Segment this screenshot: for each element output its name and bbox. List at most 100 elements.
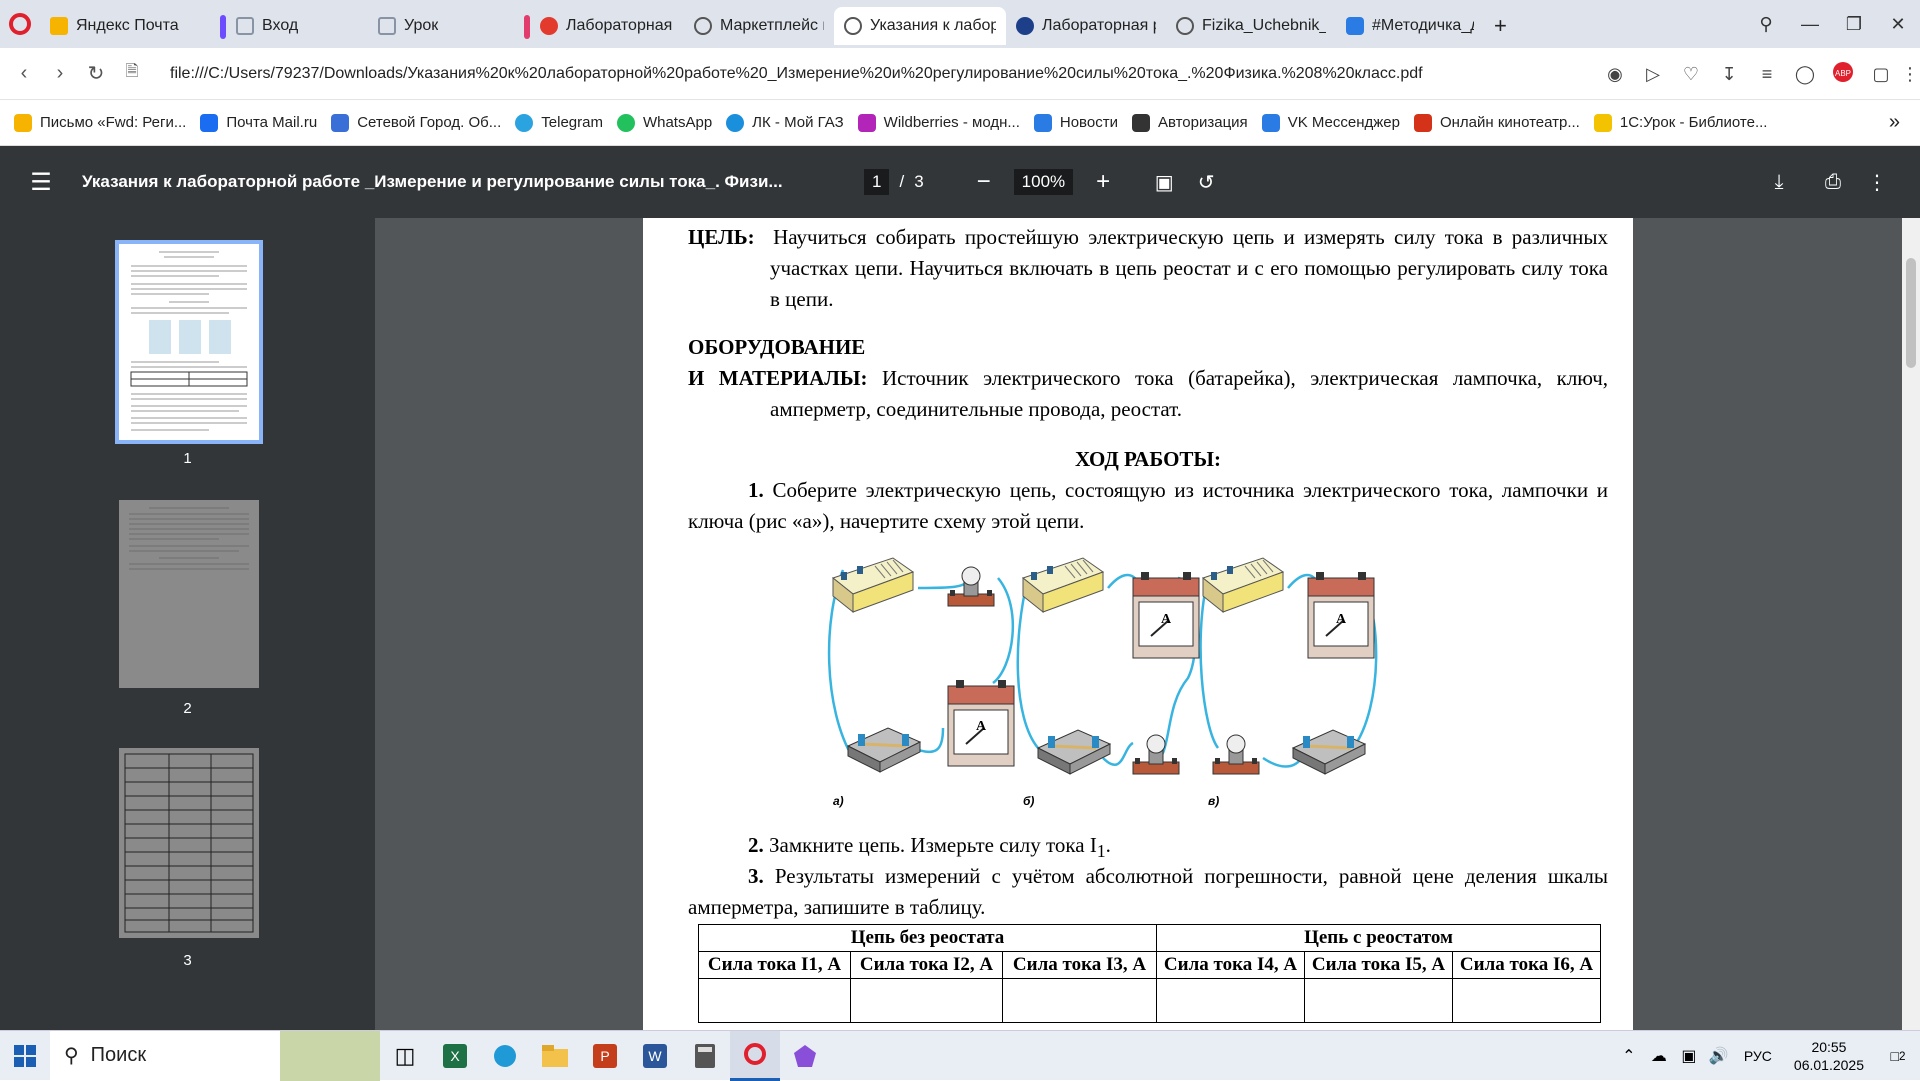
- adblock-icon[interactable]: ABP: [1824, 61, 1862, 88]
- system-tray: ⌃ ☁ ▣ 🔊 РУС 20:55 06.01.2025 □ 2: [1614, 1031, 1920, 1081]
- lamp-icon: [1132, 734, 1180, 775]
- thumbnail-number: 2: [183, 700, 192, 717]
- download-icon[interactable]: ⤓: [1758, 171, 1800, 194]
- bookmark-item[interactable]: VK Мессенджер: [1261, 113, 1400, 132]
- step-1: 1. Соберите электрическую цепь, состоящу…: [688, 478, 1609, 533]
- school-icon: [331, 113, 350, 132]
- lamp-icon: [1212, 734, 1260, 775]
- tab-lesson[interactable]: Урок: [368, 7, 516, 45]
- svg-text:X: X: [450, 1048, 460, 1064]
- bookmarks-more-icon[interactable]: »: [1889, 111, 1900, 134]
- minimize-icon[interactable]: —: [1788, 14, 1832, 35]
- cloud-icon[interactable]: ☁: [1644, 1031, 1674, 1081]
- bookmark-item[interactable]: Wildberries - модн...: [857, 113, 1020, 132]
- bookmark-item[interactable]: 1С:Урок - Библиоте...: [1593, 113, 1767, 132]
- table-col-header: Сила тока I4, А: [1156, 951, 1305, 979]
- page-number-input[interactable]: 1: [864, 169, 890, 195]
- word-icon[interactable]: W: [630, 1031, 680, 1081]
- tab-vk-manual[interactable]: #Методичка_для_у: [1336, 7, 1484, 45]
- search-icon: ⚲: [64, 1045, 79, 1067]
- yandex-icon: [540, 17, 558, 35]
- table-col-header: Сила тока I3, А: [1002, 951, 1157, 979]
- thumbnail-page-3[interactable]: [119, 748, 259, 938]
- scrollbar-thumb[interactable]: [1906, 258, 1916, 368]
- profile-icon[interactable]: ◯: [1786, 64, 1824, 85]
- forward-icon[interactable]: ›: [42, 62, 78, 85]
- camera-icon[interactable]: ◉: [1596, 64, 1634, 85]
- table-cell: [698, 978, 851, 1023]
- extensions-icon[interactable]: ▢: [1862, 64, 1900, 85]
- thumbnail-page-2[interactable]: [119, 500, 259, 688]
- tab-lab-work[interactable]: Лабораторная раб: [1006, 7, 1166, 45]
- search-tabs-icon[interactable]: ⚲: [1744, 14, 1788, 35]
- bookmark-item[interactable]: Новости: [1033, 113, 1118, 132]
- bookmark-item[interactable]: WhatsApp: [616, 113, 712, 132]
- equipment-paragraph: И МАТЕРИАЛЫ: Источник электрического ток…: [688, 366, 1609, 421]
- thumbnail-number: 3: [183, 952, 192, 969]
- fit-page-icon[interactable]: ▣: [1143, 170, 1185, 195]
- bookmark-item[interactable]: Почта Mail.ru: [200, 113, 317, 132]
- zoom-in-icon[interactable]: +: [1073, 168, 1133, 196]
- tab-login[interactable]: Вход: [220, 7, 368, 45]
- pdf-viewer[interactable]: ЦЕЛЬ: Научиться собирать простейшую элек…: [375, 218, 1920, 1030]
- rotate-icon[interactable]: ↺: [1185, 170, 1227, 195]
- zoom-level[interactable]: 100%: [1013, 169, 1074, 195]
- tab-yandex-mail[interactable]: Яндекс Почта: [40, 7, 220, 45]
- table-col-header: Сила тока I6, А: [1452, 951, 1601, 979]
- new-tab-button[interactable]: +: [1484, 7, 1524, 45]
- volume-icon[interactable]: 🔊: [1704, 1031, 1734, 1081]
- bookmark-item[interactable]: Telegram: [515, 113, 603, 132]
- powerpoint-icon[interactable]: P: [580, 1031, 630, 1081]
- table-group-header: Цепь без реостата: [698, 924, 1157, 952]
- heart-icon[interactable]: ♡: [1672, 64, 1710, 85]
- tab-physics-textbook[interactable]: Fizika_Uchebnik_8_k: [1166, 7, 1336, 45]
- bookmark-item[interactable]: Авторизация: [1131, 113, 1248, 132]
- language-indicator[interactable]: РУС: [1744, 1048, 1772, 1064]
- reload-icon[interactable]: ↻: [78, 61, 114, 86]
- vertical-scrollbar[interactable]: [1902, 218, 1920, 1030]
- weather-widget-icon[interactable]: [280, 1030, 380, 1081]
- file-explorer-icon[interactable]: [530, 1031, 580, 1081]
- bookmark-item[interactable]: Онлайн кинотеатр...: [1413, 113, 1580, 132]
- equipment-heading: ОБОРУДОВАНИЕ: [688, 335, 866, 359]
- opera-logo-icon[interactable]: [0, 0, 40, 48]
- more-options-icon[interactable]: ⋮: [1856, 170, 1898, 195]
- taskbar-search[interactable]: ⚲ Поиск: [50, 1030, 280, 1081]
- notifications-icon[interactable]: □ 2: [1876, 1031, 1920, 1081]
- bookmark-item[interactable]: Сетевой Город. Об...: [331, 113, 501, 132]
- print-icon[interactable]: ⎙: [1812, 171, 1854, 194]
- close-icon[interactable]: ✕: [1876, 14, 1920, 35]
- app-icon[interactable]: [780, 1031, 830, 1081]
- calculator-icon[interactable]: [680, 1031, 730, 1081]
- sidebar-menu-icon[interactable]: ☰: [0, 168, 82, 197]
- thumbnail-page-1[interactable]: [115, 240, 263, 444]
- zoom-out-icon[interactable]: −: [954, 168, 1014, 196]
- table-cell: [1452, 978, 1601, 1023]
- send-icon[interactable]: ▷: [1634, 64, 1672, 85]
- clock[interactable]: 20:55 06.01.2025: [1794, 1038, 1864, 1074]
- excel-icon[interactable]: X: [430, 1031, 480, 1081]
- bookmark-item[interactable]: ЛК - Мой ГАЗ: [726, 113, 844, 132]
- menu-lines-icon[interactable]: ≡: [1748, 64, 1786, 85]
- bookmark-item[interactable]: Письмо «Fwd: Реги...: [14, 113, 186, 132]
- tab-lab-yandex[interactable]: Лабораторная раб: [524, 7, 684, 45]
- download-icon[interactable]: ↧: [1710, 64, 1748, 85]
- windows-start-icon[interactable]: [0, 1031, 50, 1081]
- restore-icon[interactable]: ❐: [1832, 14, 1876, 35]
- progress-heading: ХОД РАБОТЫ:: [1074, 447, 1222, 471]
- tab-marketplace[interactable]: Маркетплейс мето: [684, 7, 834, 45]
- wildberries-icon: [857, 113, 876, 132]
- tab-lab-instructions[interactable]: Указания к лабораторно: [834, 7, 1006, 45]
- back-icon[interactable]: ‹: [6, 62, 42, 85]
- url-field[interactable]: file:///C:/Users/79237/Downloads/Указани…: [170, 65, 1570, 83]
- page-1-preview: [130, 251, 248, 431]
- kebab-icon[interactable]: ⋮: [1900, 64, 1920, 85]
- address-bar: ‹ › ↻ 🗎 file:///C:/Users/79237/Downloads…: [0, 48, 1920, 100]
- vk-messenger-icon: [1261, 113, 1280, 132]
- chevron-up-icon[interactable]: ⌃: [1614, 1031, 1644, 1081]
- opera-taskbar-icon[interactable]: [730, 1030, 780, 1081]
- table-cell: [1156, 978, 1305, 1023]
- edge-icon[interactable]: [480, 1031, 530, 1081]
- task-view-icon[interactable]: ◫: [380, 1031, 430, 1081]
- network-icon[interactable]: ▣: [1674, 1031, 1704, 1081]
